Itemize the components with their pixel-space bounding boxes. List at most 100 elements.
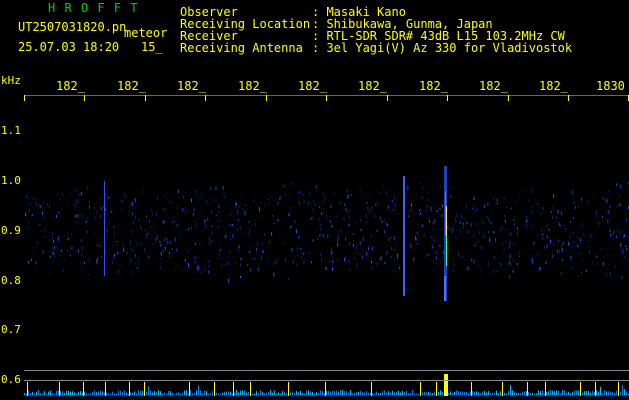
- noise-speck: [453, 224, 455, 226]
- noise-speck: [160, 243, 162, 247]
- noise-speck: [113, 256, 115, 260]
- noise-speck: [169, 251, 171, 254]
- noise-speck: [620, 184, 622, 189]
- noise-speck: [493, 231, 495, 234]
- noise-speck: [340, 230, 342, 233]
- noise-speck: [239, 263, 241, 267]
- noise-speck: [531, 190, 533, 194]
- noise-speck: [395, 245, 397, 247]
- noise-speck: [474, 243, 476, 245]
- noise-speck: [105, 207, 107, 211]
- spectrum-bar: [340, 390, 341, 395]
- spectrum-bar: [140, 391, 141, 395]
- spectrum-bar: [44, 391, 45, 395]
- noise-speck: [514, 241, 516, 244]
- spectrum-bar: [478, 392, 479, 395]
- noise-speck: [541, 227, 543, 232]
- noise-speck: [337, 242, 339, 247]
- noise-speck: [625, 245, 627, 247]
- interval: 15_: [141, 40, 163, 54]
- noise-speck: [236, 273, 238, 275]
- noise-speck: [325, 267, 327, 271]
- noise-speck: [340, 264, 342, 266]
- noise-speck: [607, 219, 609, 224]
- spectrum-bar: [252, 394, 253, 395]
- noise-speck: [603, 197, 604, 200]
- noise-speck: [393, 209, 395, 211]
- spectrum-bar: [336, 390, 337, 395]
- noise-speck: [466, 205, 467, 209]
- noise-speck: [407, 185, 409, 189]
- noise-speck: [130, 258, 132, 262]
- noise-speck: [560, 212, 562, 214]
- noise-speck: [52, 247, 54, 249]
- noise-speck: [208, 263, 210, 266]
- noise-speck: [196, 256, 198, 258]
- spectrum-bar: [236, 390, 237, 395]
- noise-speck: [94, 216, 96, 220]
- noise-speck: [335, 228, 337, 230]
- noise-speck: [53, 240, 54, 243]
- noise-speck: [488, 218, 490, 222]
- noise-speck: [508, 243, 510, 247]
- noise-speck: [304, 252, 306, 256]
- noise-speck: [262, 250, 264, 253]
- noise-speck: [571, 267, 573, 270]
- noise-speck: [620, 232, 621, 235]
- noise-speck: [195, 224, 197, 227]
- noise-speck: [218, 219, 220, 223]
- spectrum-bar: [66, 390, 67, 395]
- noise-speck: [209, 237, 210, 241]
- noise-speck: [145, 229, 147, 231]
- noise-speck: [509, 255, 511, 258]
- noise-speck: [63, 260, 65, 262]
- noise-speck: [378, 201, 380, 205]
- noise-speck: [248, 221, 250, 223]
- spectrum-bar: [418, 393, 419, 395]
- noise-speck: [193, 255, 195, 260]
- noise-speck: [77, 206, 79, 208]
- noise-speck: [484, 204, 485, 208]
- noise-speck: [371, 266, 373, 271]
- spectrum-peak: [27, 382, 28, 396]
- noise-speck: [188, 262, 189, 267]
- spectrum-bar: [362, 392, 363, 395]
- noise-speck: [421, 197, 423, 199]
- noise-speck: [551, 254, 553, 258]
- noise-speck: [397, 253, 399, 257]
- noise-speck: [582, 257, 584, 261]
- noise-speck: [399, 266, 400, 269]
- noise-speck: [138, 260, 139, 263]
- noise-speck: [88, 273, 90, 275]
- noise-speck: [136, 266, 138, 269]
- noise-speck: [413, 257, 415, 261]
- spectrum-bar: [32, 391, 33, 395]
- noise-speck: [436, 209, 438, 213]
- noise-speck: [478, 264, 480, 267]
- noise-speck: [345, 208, 347, 212]
- noise-speck: [450, 195, 452, 198]
- noise-speck: [162, 221, 164, 224]
- spectrum-bar: [496, 390, 497, 395]
- spectrum-bar: [102, 391, 103, 395]
- noise-speck: [42, 211, 43, 215]
- spectrum-bar: [350, 390, 351, 395]
- spectrum-bar: [430, 392, 431, 395]
- noise-speck: [160, 251, 162, 256]
- time-label: 182_: [539, 79, 568, 93]
- noise-speck: [102, 269, 104, 274]
- spectrum-bar: [474, 391, 475, 395]
- noise-speck: [132, 270, 134, 273]
- noise-speck: [387, 195, 389, 197]
- noise-speck: [36, 202, 38, 206]
- spectrum-bar: [294, 392, 295, 395]
- noise-speck: [204, 269, 206, 271]
- noise-speck: [531, 210, 533, 213]
- noise-speck: [179, 233, 181, 235]
- noise-speck: [354, 251, 356, 254]
- spectrum-bar: [388, 391, 389, 395]
- spectrum-bar: [290, 392, 291, 395]
- spectrum-bar: [42, 393, 43, 395]
- noise-speck: [291, 182, 293, 185]
- spectrum-bar: [528, 392, 529, 395]
